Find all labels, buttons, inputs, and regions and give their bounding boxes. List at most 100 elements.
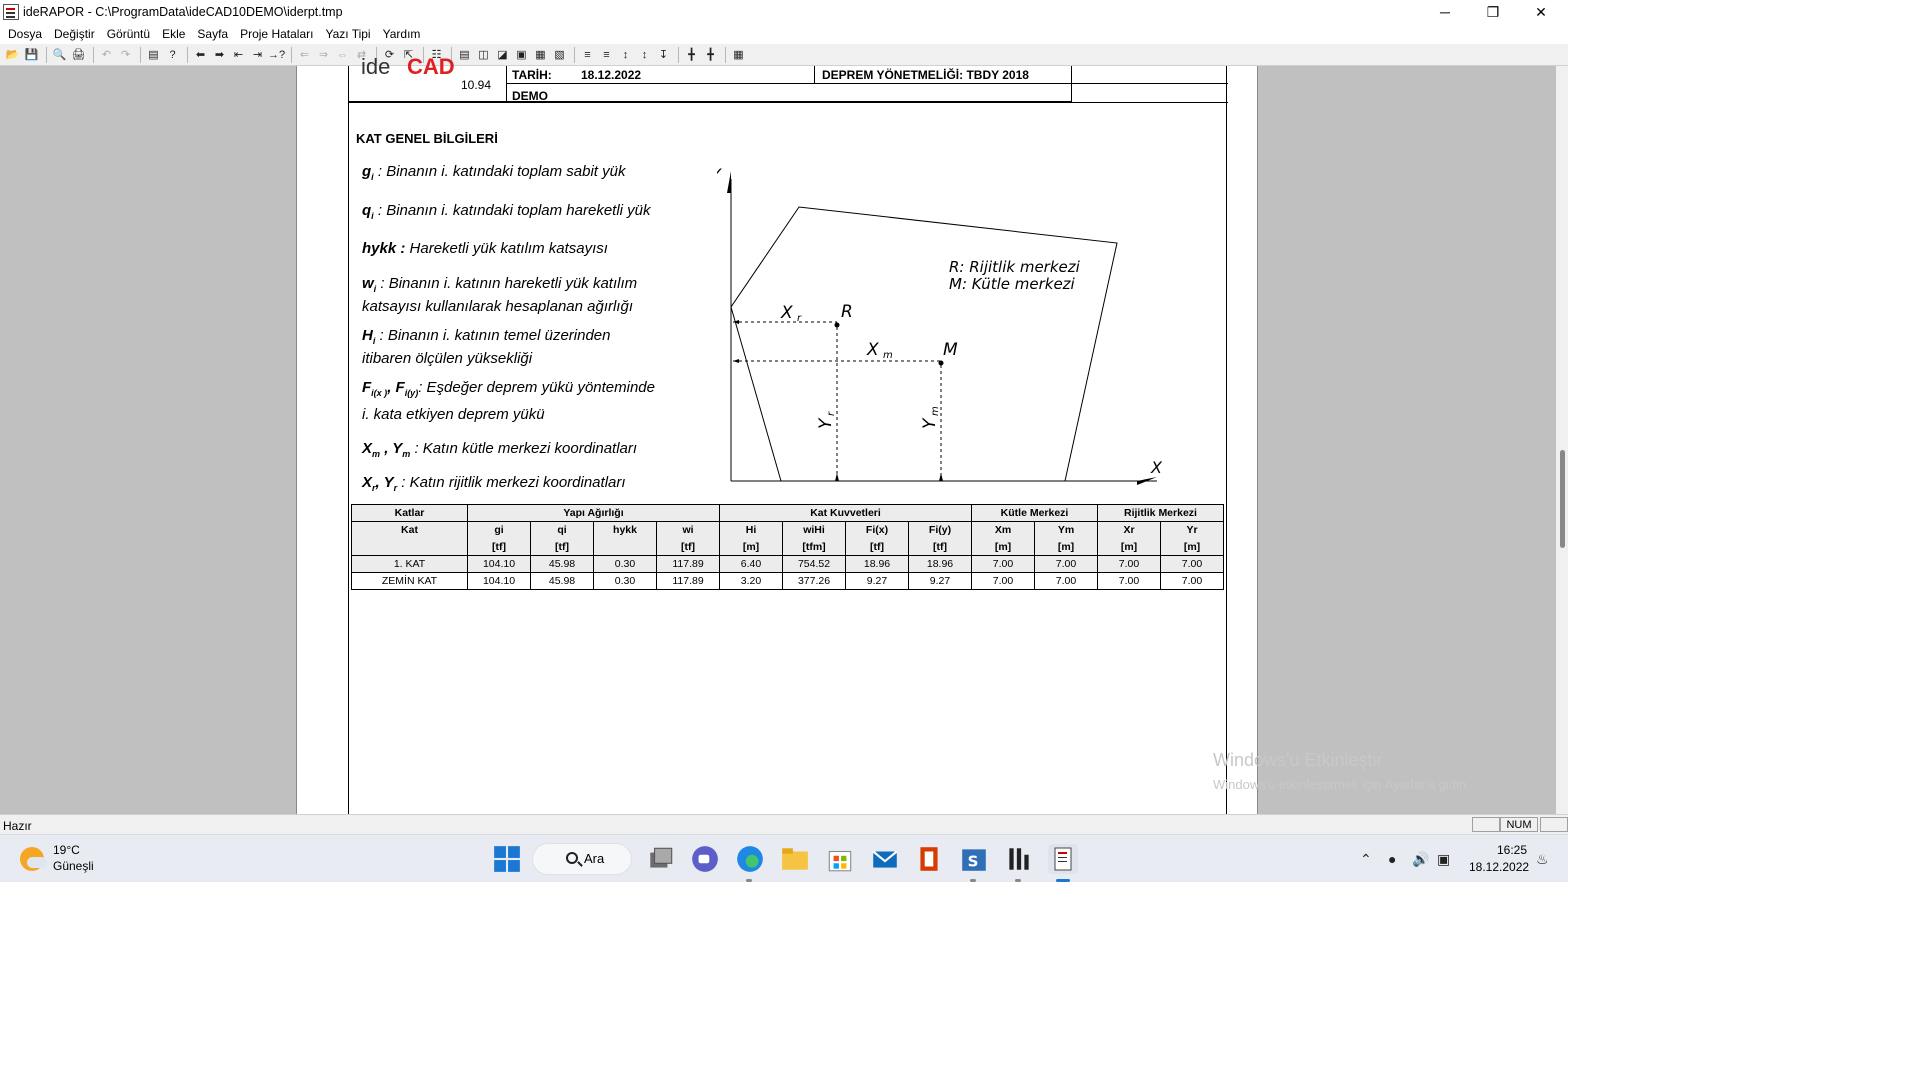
legend-h: Hi : Binanın i. katının temel üzerinden … — [362, 327, 722, 368]
legend-m-description: M: Kütle merkezi — [949, 275, 1076, 293]
office-icon[interactable] — [914, 844, 944, 874]
last-page-icon[interactable]: ⇥ — [249, 46, 266, 63]
menu-bar: Dosya Değiştir Görüntü Ekle Sayfa Proje … — [0, 24, 1568, 44]
menu-dosya[interactable]: Dosya — [2, 27, 48, 41]
forward-icon[interactable]: ⇒ — [315, 46, 332, 63]
chevron-up-icon[interactable]: ⌃ — [1360, 851, 1372, 868]
toolbar-separator — [725, 46, 726, 63]
table-cell: 377.26 — [782, 572, 846, 590]
redo-icon[interactable]: ↷ — [117, 46, 134, 63]
legend-f-symbol: F — [362, 379, 372, 396]
xr-label: X — [780, 303, 793, 323]
page-layout-3-icon[interactable]: ◪ — [494, 46, 511, 63]
toolbar-separator — [678, 46, 679, 63]
table-cell: 104.10 — [467, 555, 531, 573]
print-preview-icon[interactable]: 🔍 — [51, 46, 68, 63]
iderapor-taskbar-icon[interactable] — [1048, 844, 1078, 874]
save-icon[interactable]: 💾 — [23, 46, 40, 63]
clock-date[interactable]: 18.12.2022 — [1469, 860, 1529, 874]
menu-degistir[interactable]: Değiştir — [48, 27, 101, 41]
legend-f-sub-2: i(y) — [404, 388, 419, 398]
legend-m-symbol-1: X — [362, 440, 373, 457]
legend-q-symbol: q — [362, 202, 372, 219]
volume-icon[interactable]: 🔊 — [1412, 851, 1429, 868]
menu-proje-hatalari[interactable]: Proje Hataları — [234, 27, 319, 41]
menu-yazi-tipi[interactable]: Yazı Tipi — [319, 27, 376, 41]
print-icon[interactable]: 🖨 — [70, 46, 87, 63]
restore-button[interactable]: ❐ — [1470, 0, 1516, 24]
unit-hi: [m] — [719, 538, 783, 556]
shrink-icon[interactable]: ⇔ — [334, 46, 351, 63]
close-button[interactable]: ✕ — [1518, 0, 1564, 24]
table-cell: 7.00 — [971, 572, 1035, 590]
table-cell: 7.00 — [1097, 555, 1161, 573]
weather-sun-icon[interactable] — [20, 847, 47, 871]
xm-label: X — [866, 340, 879, 360]
back-icon[interactable]: ⇐ — [296, 46, 313, 63]
col-header-fiy: Fi(y) — [908, 521, 972, 539]
report-icon[interactable]: ▤ — [145, 46, 162, 63]
edge-browser-icon[interactable] — [735, 844, 765, 874]
col-header-qi: qi — [530, 521, 594, 539]
table-cell: 9.27 — [908, 572, 972, 590]
next-page-icon[interactable]: ➡ — [211, 46, 228, 63]
columns-1-icon[interactable]: ╋ — [683, 46, 700, 63]
group-header-rijitlik-merkezi: Rijitlik Merkezi — [1097, 504, 1224, 522]
legend-h-text: : Binanın i. katının temel üzerinden — [375, 327, 611, 344]
goto-page-icon[interactable]: →? — [268, 46, 285, 63]
rigidity-center-point — [834, 322, 840, 328]
page-layout-1-icon[interactable]: ▤ — [456, 46, 473, 63]
battery-icon[interactable]: ▣ — [1437, 851, 1450, 868]
page-layout-5-icon[interactable]: ▦ — [532, 46, 549, 63]
menu-goruntu[interactable]: Görüntü — [101, 27, 156, 41]
file-explorer-icon[interactable] — [780, 844, 810, 874]
wifi-icon[interactable]: ● — [1388, 851, 1396, 867]
app-bars-icon[interactable] — [1004, 844, 1034, 874]
legend-h-text-2: itibaren ölçülen yüksekliği — [362, 350, 533, 367]
page-layout-6-icon[interactable]: ▧ — [551, 46, 568, 63]
table-column-header-row: Kat gi qi hykk wi Hi wiHi Fi(x) Fi(y) Xm… — [351, 521, 1224, 539]
store-icon[interactable] — [825, 844, 855, 874]
help-icon[interactable]: ? — [164, 46, 181, 63]
table-icon[interactable]: ▦ — [730, 46, 747, 63]
columns-2-icon[interactable]: ╋ — [702, 46, 719, 63]
weather-condition[interactable]: Güneşli — [53, 859, 94, 873]
table-cell: 7.00 — [971, 555, 1035, 573]
unit-ym: [m] — [1034, 538, 1098, 556]
menu-sayfa[interactable]: Sayfa — [191, 27, 234, 41]
page-layout-4-icon[interactable]: ▣ — [513, 46, 530, 63]
task-view-icon[interactable] — [646, 844, 676, 874]
vertical-scrollbar[interactable] — [1556, 66, 1568, 814]
weather-temperature[interactable]: 19°C — [53, 843, 80, 857]
search-label[interactable]: Ara — [584, 851, 604, 866]
status-panel — [1472, 817, 1500, 832]
align-4-icon[interactable]: ↕ — [636, 46, 653, 63]
align-1-icon[interactable]: ≡ — [579, 46, 596, 63]
yr-arrow-icon — [835, 473, 839, 481]
header-cell-divider — [814, 66, 815, 84]
unit-xm: [m] — [971, 538, 1035, 556]
mail-icon[interactable] — [870, 844, 900, 874]
undo-icon[interactable]: ↶ — [98, 46, 115, 63]
menu-yardim[interactable]: Yardım — [377, 27, 427, 41]
chat-icon[interactable] — [690, 844, 720, 874]
idestatik-icon[interactable]: S — [959, 844, 989, 874]
search-icon[interactable] — [566, 852, 578, 864]
table-group-header-row: Katlar Yapı Ağırlığı Kat Kuvvetleri Kütl… — [351, 504, 1224, 522]
table-cell: 7.00 — [1160, 555, 1224, 573]
scrollbar-thumb[interactable] — [1560, 450, 1565, 548]
align-5-icon[interactable]: ↧ — [655, 46, 672, 63]
start-windows-icon[interactable] — [492, 844, 522, 874]
table-cell: ZEMİN KAT — [351, 572, 468, 590]
open-icon[interactable]: 📂 — [4, 46, 21, 63]
page-layout-2-icon[interactable]: ◫ — [475, 46, 492, 63]
prev-page-icon[interactable]: ⬅ — [192, 46, 209, 63]
minimize-button[interactable]: ─ — [1422, 0, 1468, 24]
first-page-icon[interactable]: ⇤ — [230, 46, 247, 63]
align-3-icon[interactable]: ↕ — [617, 46, 634, 63]
clock-time[interactable]: 16:25 — [1497, 843, 1527, 857]
taskbar-search[interactable] — [532, 843, 632, 875]
notification-bell-icon[interactable]: ♨ — [1536, 851, 1549, 868]
menu-ekle[interactable]: Ekle — [156, 27, 191, 41]
align-2-icon[interactable]: ≡ — [598, 46, 615, 63]
